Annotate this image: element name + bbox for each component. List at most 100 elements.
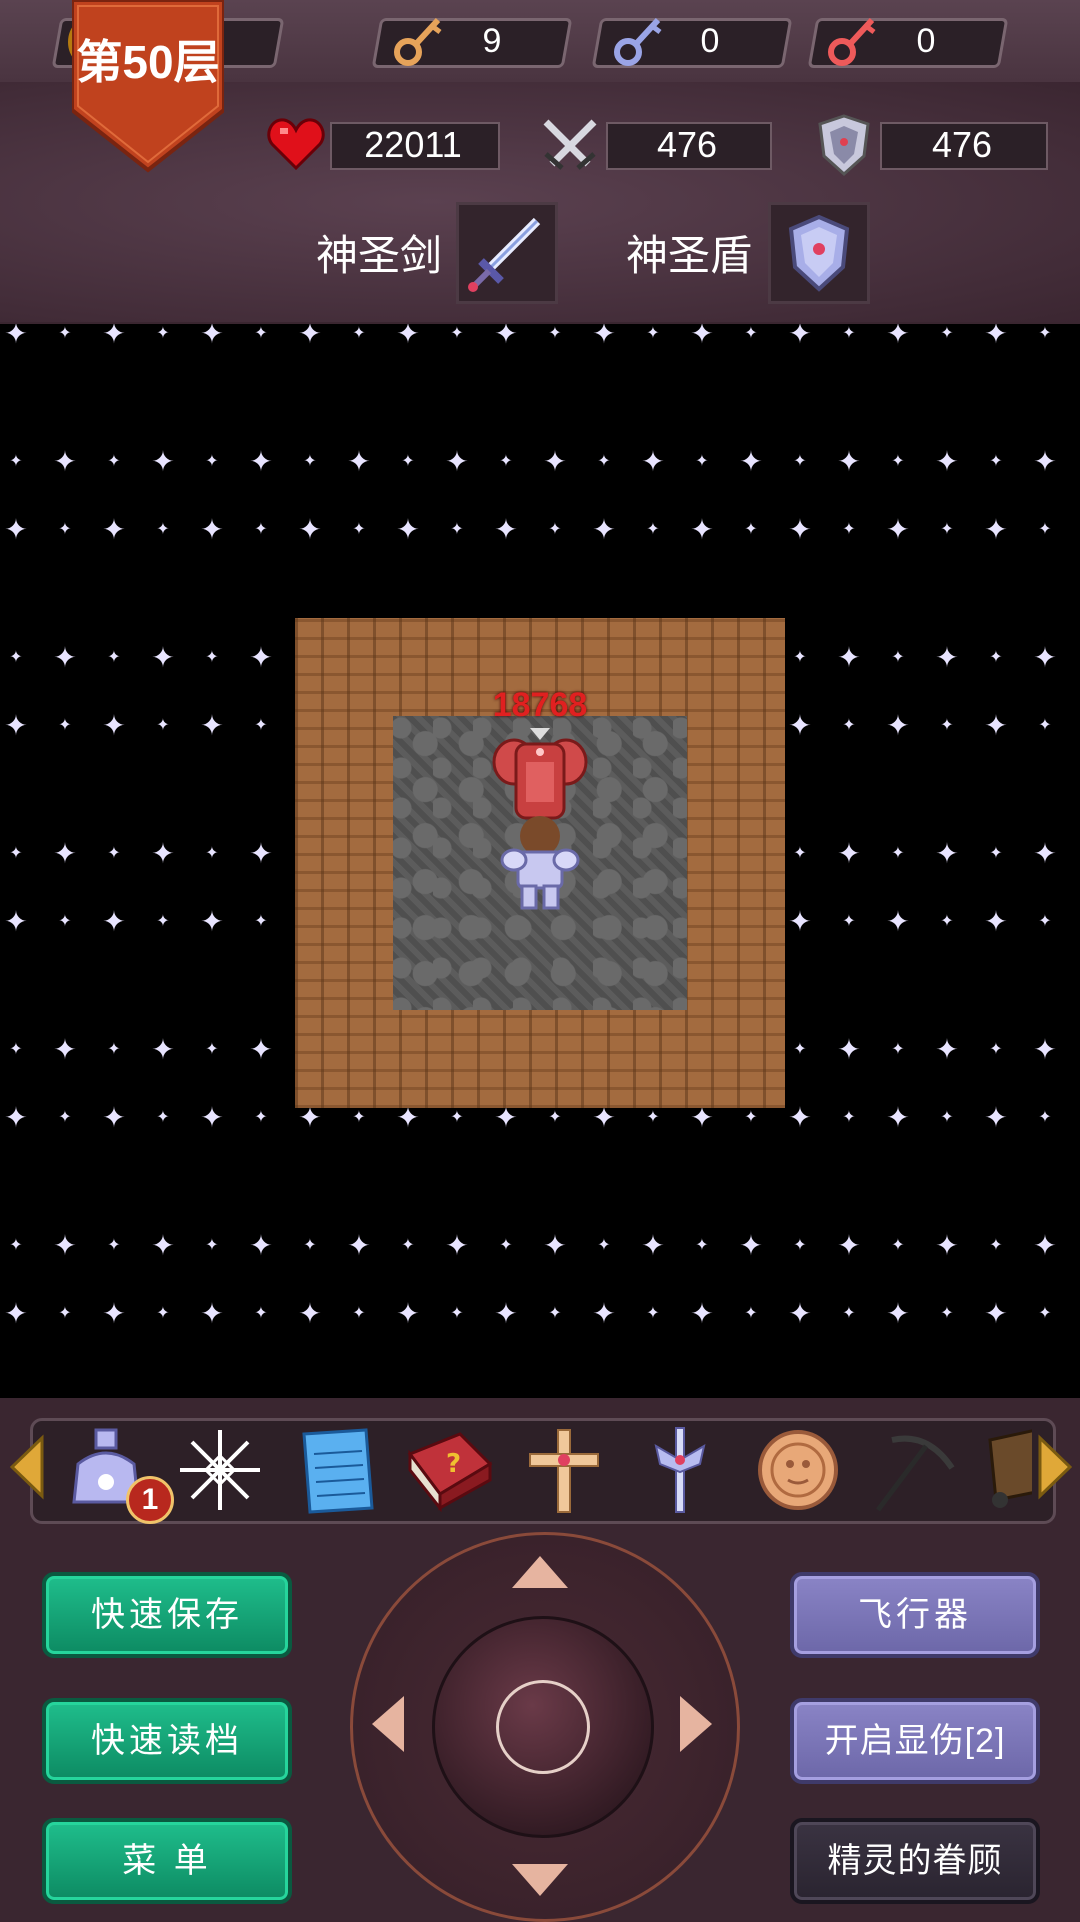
star: ✦ bbox=[107, 649, 121, 666]
star: ✦ bbox=[303, 1237, 317, 1254]
star: ✦ bbox=[102, 710, 126, 741]
star: ✦ bbox=[984, 710, 1008, 741]
star: ✦ bbox=[935, 1230, 959, 1261]
dpad-right-arrow-icon[interactable] bbox=[678, 1694, 714, 1754]
star: ✦ bbox=[9, 649, 23, 666]
star: ✦ bbox=[984, 1102, 1008, 1133]
star: ✦ bbox=[940, 1305, 954, 1322]
star: ✦ bbox=[107, 845, 121, 862]
star: ✦ bbox=[254, 1109, 268, 1126]
item-slot-coin[interactable] bbox=[750, 1424, 846, 1516]
star: ✦ bbox=[646, 1109, 660, 1126]
star: ✦ bbox=[151, 446, 175, 477]
star: ✦ bbox=[1033, 642, 1057, 673]
star: ✦ bbox=[695, 453, 709, 470]
star: ✦ bbox=[891, 453, 905, 470]
star: ✦ bbox=[249, 642, 273, 673]
star: ✦ bbox=[837, 1230, 861, 1261]
star: ✦ bbox=[548, 1109, 562, 1126]
dpad-up-arrow-icon[interactable] bbox=[510, 1554, 570, 1590]
cross-icon bbox=[529, 1429, 599, 1513]
holy-water-count-badge: 1 bbox=[126, 1476, 174, 1524]
star: ✦ bbox=[156, 717, 170, 734]
star: ✦ bbox=[151, 1034, 175, 1065]
star: ✦ bbox=[205, 845, 219, 862]
cart-icon bbox=[988, 1429, 1032, 1508]
dpad-down-arrow-icon[interactable] bbox=[510, 1862, 570, 1898]
weapon-slot[interactable] bbox=[456, 202, 558, 304]
star: ✦ bbox=[886, 906, 910, 937]
star: ✦ bbox=[788, 710, 812, 741]
star: ✦ bbox=[984, 514, 1008, 545]
star: ✦ bbox=[9, 845, 23, 862]
star: ✦ bbox=[4, 1298, 28, 1329]
star: ✦ bbox=[53, 446, 77, 477]
item-slot-notepad[interactable] bbox=[286, 1424, 382, 1516]
star: ✦ bbox=[543, 446, 567, 477]
star: ✦ bbox=[690, 324, 714, 349]
star: ✦ bbox=[499, 1237, 513, 1254]
hp-value: 22011 bbox=[364, 124, 462, 165]
scroll-right-arrow-icon[interactable] bbox=[1036, 1434, 1074, 1500]
star: ✦ bbox=[1033, 838, 1057, 869]
star: ✦ bbox=[298, 1298, 322, 1329]
star: ✦ bbox=[4, 324, 28, 349]
star: ✦ bbox=[793, 1041, 807, 1058]
star: ✦ bbox=[53, 1034, 77, 1065]
star: ✦ bbox=[548, 1305, 562, 1322]
show-damage-button[interactable]: 开启显伤[2] bbox=[790, 1698, 1040, 1784]
star: ✦ bbox=[989, 845, 1003, 862]
dpad-left-arrow-icon[interactable] bbox=[370, 1694, 406, 1754]
fly-button[interactable]: 飞行器 bbox=[790, 1572, 1040, 1658]
menu-button[interactable]: 菜 单 bbox=[42, 1818, 292, 1904]
item-slot-snowflake[interactable] bbox=[172, 1424, 268, 1516]
star: ✦ bbox=[58, 913, 72, 930]
star: ✦ bbox=[102, 906, 126, 937]
star: ✦ bbox=[989, 649, 1003, 666]
star: ✦ bbox=[200, 1298, 224, 1329]
holy-sword-item-icon bbox=[654, 1427, 706, 1513]
star: ✦ bbox=[200, 324, 224, 349]
star: ✦ bbox=[837, 838, 861, 869]
scroll-left-arrow-icon[interactable] bbox=[8, 1434, 46, 1500]
star: ✦ bbox=[205, 1237, 219, 1254]
star: ✦ bbox=[1033, 1230, 1057, 1261]
star: ✦ bbox=[984, 324, 1008, 349]
star: ✦ bbox=[450, 1109, 464, 1126]
star: ✦ bbox=[989, 453, 1003, 470]
item-slot-pickaxe[interactable] bbox=[862, 1424, 958, 1516]
star: ✦ bbox=[837, 1034, 861, 1065]
star: ✦ bbox=[249, 446, 273, 477]
svg-text:?: ? bbox=[446, 1449, 461, 1479]
star: ✦ bbox=[886, 1298, 910, 1329]
star: ✦ bbox=[352, 1305, 366, 1322]
star: ✦ bbox=[690, 1102, 714, 1133]
star: ✦ bbox=[891, 845, 905, 862]
star: ✦ bbox=[788, 1102, 812, 1133]
star: ✦ bbox=[396, 324, 420, 349]
star: ✦ bbox=[886, 514, 910, 545]
star: ✦ bbox=[984, 906, 1008, 937]
star: ✦ bbox=[592, 324, 616, 349]
game-map[interactable]: ✦ ✦ ✦ ✦ ✦ ✦ ✦ ✦ ✦ ✦ ✦ ✦ ✦ ✦ ✦ ✦ ✦ ✦ ✦ ✦ ✦ ✦ ✦ ✦ ✦ ✦ ✦ ✦ ✦ ✦ ✦ ✦ ✦ ✦ ✦ ✦ ✦ ✦ ✦ ✦… bbox=[0, 324, 1080, 1398]
quick-save-button[interactable]: 快速保存 bbox=[42, 1572, 292, 1658]
star: ✦ bbox=[788, 324, 812, 349]
star: ✦ bbox=[793, 649, 807, 666]
star: ✦ bbox=[984, 1298, 1008, 1329]
star: ✦ bbox=[107, 1237, 121, 1254]
star: ✦ bbox=[352, 1109, 366, 1126]
shield-slot[interactable] bbox=[768, 202, 870, 304]
quick-load-button[interactable]: 快速读档 bbox=[42, 1698, 292, 1784]
item-slot-monster-book[interactable]: ? bbox=[400, 1424, 496, 1516]
star: ✦ bbox=[744, 1305, 758, 1322]
fairy-favor-button[interactable]: 精灵的眷顾 bbox=[790, 1818, 1040, 1904]
star: ✦ bbox=[352, 325, 366, 342]
star: ✦ bbox=[989, 1041, 1003, 1058]
item-slot-cart[interactable] bbox=[976, 1424, 1032, 1516]
item-slot-holy-sword[interactable] bbox=[632, 1424, 728, 1516]
star: ✦ bbox=[205, 1041, 219, 1058]
floor-label: 第50层 bbox=[76, 36, 220, 88]
star: ✦ bbox=[739, 1230, 763, 1261]
star: ✦ bbox=[298, 324, 322, 349]
item-slot-cross[interactable] bbox=[516, 1424, 612, 1516]
